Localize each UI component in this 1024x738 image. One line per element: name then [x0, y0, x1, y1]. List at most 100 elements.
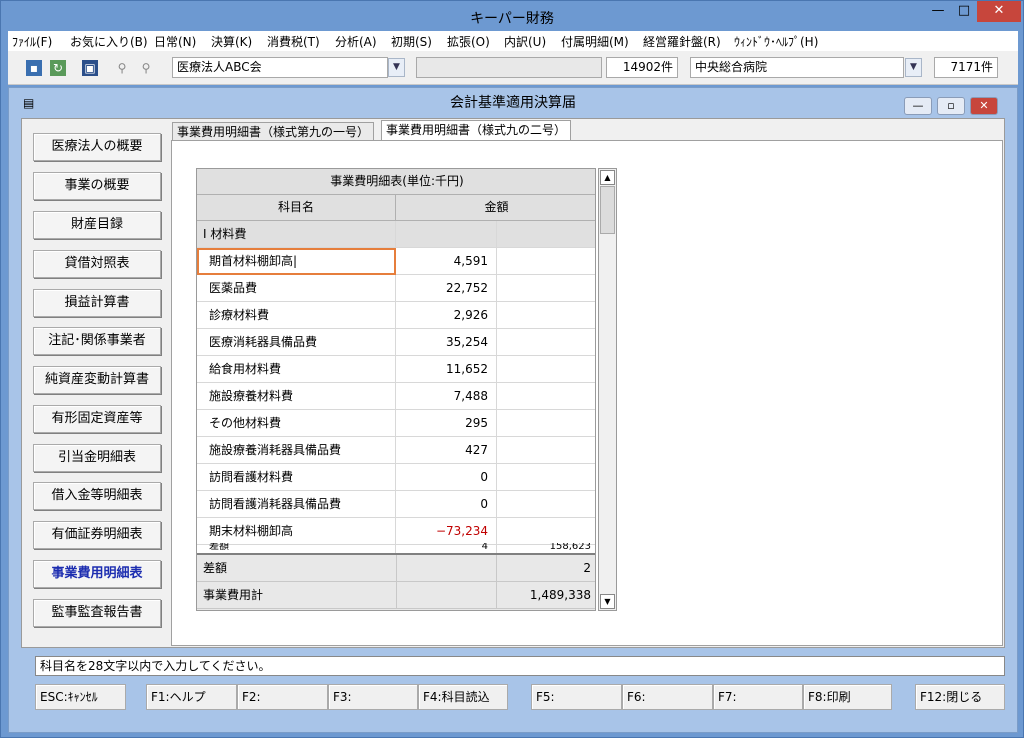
table-row[interactable]: 施設療養材料費 7,488: [197, 383, 595, 410]
expense-grid: 事業費明細表(単位:千円) 科目名 金額 Ⅰ 材料費 期首材料棚卸高| 4,59…: [196, 168, 596, 611]
scroll-thumb[interactable]: [600, 186, 615, 234]
scroll-down-icon[interactable]: ▼: [600, 594, 615, 609]
f1-help-button[interactable]: F1:ヘルプ: [146, 684, 237, 710]
menu-extension[interactable]: 拡張(O): [447, 33, 490, 50]
nav-net-assets[interactable]: 純資産変動計算書: [33, 366, 161, 394]
row-name[interactable]: 医療消耗器具備品費: [197, 329, 396, 356]
table-row[interactable]: 給食用材料費 11,652: [197, 356, 595, 383]
table-row[interactable]: 施設療養消耗器具備品費 427: [197, 437, 595, 464]
maximize-button[interactable]: □: [951, 1, 977, 22]
row-name[interactable]: 診療材料費: [197, 302, 396, 329]
nav-business-expenses[interactable]: 事業費用明細表: [33, 560, 161, 588]
menu-breakdown[interactable]: 内訳(U): [504, 33, 546, 50]
nav-property-list[interactable]: 財産目録: [33, 211, 161, 239]
nav-balance-sheet[interactable]: 貸借対照表: [33, 250, 161, 278]
menu-compass[interactable]: 経営羅針盤(R): [643, 33, 721, 50]
scroll-up-icon[interactable]: ▲: [600, 170, 615, 185]
menu-initial[interactable]: 初期(S): [391, 33, 432, 50]
f3-button[interactable]: F3:: [328, 684, 418, 710]
nav-business-overview[interactable]: 事業の概要: [33, 172, 161, 200]
menu-file[interactable]: ﾌｧｲﾙ(F): [12, 33, 52, 50]
close-button[interactable]: ✕: [977, 1, 1021, 22]
row-amount[interactable]: 0: [396, 464, 497, 491]
refresh-icon[interactable]: ↻: [50, 60, 66, 76]
monitor-icon[interactable]: ▪: [26, 60, 42, 76]
f5-button[interactable]: F5:: [531, 684, 622, 710]
key2-icon[interactable]: ⚲: [138, 60, 154, 76]
toolbar: ▪ ↻ ▣ ⚲ ⚲ 医療法人ABC会 ▼ 14902件 中央総合病院 ▼ 717…: [8, 51, 1018, 85]
row-amount[interactable]: 4,591: [396, 248, 497, 275]
company-select[interactable]: 医療法人ABC会: [172, 57, 388, 78]
section-row: Ⅰ 材料費: [197, 221, 595, 248]
row-name[interactable]: 施設療養材料費: [197, 383, 396, 410]
menu-daily[interactable]: 日常(N): [154, 33, 196, 50]
grid-scrollbar[interactable]: ▲ ▼: [598, 168, 617, 611]
menu-schedules[interactable]: 付属明細(M): [561, 33, 629, 50]
esc-cancel-button[interactable]: ESC:ｷｬﾝｾﾙ: [35, 684, 126, 710]
table-row[interactable]: その他材料費 295: [197, 410, 595, 437]
table-row[interactable]: 訪問看護消耗器具備品費 0: [197, 491, 595, 518]
row-amount[interactable]: −73,234: [396, 518, 497, 545]
row-name[interactable]: 期末材料棚卸高: [197, 518, 396, 545]
f7-button[interactable]: F7:: [713, 684, 803, 710]
child-minimize-button[interactable]: —: [904, 97, 932, 115]
footer-value: 2: [583, 561, 591, 575]
f12-close-button[interactable]: F12:閉じる: [915, 684, 1005, 710]
chevron-down-icon[interactable]: ▼: [905, 58, 922, 77]
nav-allowances[interactable]: 引当金明細表: [33, 444, 161, 472]
row-name[interactable]: 給食用材料費: [197, 356, 396, 383]
table-row[interactable]: 医療消耗器具備品費 35,254: [197, 329, 595, 356]
grid-header: 科目名 金額: [197, 195, 595, 221]
grid-footer: 差額 2 事業費用計 1,489,338: [197, 553, 595, 610]
f2-button[interactable]: F2:: [237, 684, 328, 710]
table-row[interactable]: 診療材料費 2,926: [197, 302, 595, 329]
f4-load-accounts-button[interactable]: F4:科目読込: [418, 684, 508, 710]
menu-consumption-tax[interactable]: 消費税(T): [267, 33, 320, 50]
row-amount[interactable]: 0: [396, 491, 497, 518]
nav-audit-report[interactable]: 監事監査報告書: [33, 599, 161, 627]
table-row[interactable]: 期首材料棚卸高| 4,591: [197, 248, 595, 275]
row-amount[interactable]: 2,926: [396, 302, 497, 329]
f8-print-button[interactable]: F8:印刷: [803, 684, 892, 710]
nav-borrowings[interactable]: 借入金等明細表: [33, 482, 161, 510]
row-amount[interactable]: 295: [396, 410, 497, 437]
row-amount[interactable]: 11,652: [396, 356, 497, 383]
nav-income-statement[interactable]: 損益計算書: [33, 289, 161, 317]
table-row[interactable]: 期末材料棚卸高 −73,234: [197, 518, 595, 545]
nav-corporation-overview[interactable]: 医療法人の概要: [33, 133, 161, 161]
row-name[interactable]: 訪問看護消耗器具備品費: [197, 491, 396, 518]
row-amount[interactable]: 35,254: [396, 329, 497, 356]
child-maximize-button[interactable]: ▫: [937, 97, 965, 115]
table-row[interactable]: 医薬品費 22,752: [197, 275, 595, 302]
row-amount[interactable]: 7,488: [396, 383, 497, 410]
table-row[interactable]: 訪問看護材料費 0: [197, 464, 595, 491]
status-message: 科目名を28文字以内で入力してください。: [35, 656, 1005, 676]
menu-analysis[interactable]: 分析(A): [335, 33, 377, 50]
nav-fixed-assets[interactable]: 有形固定資産等: [33, 405, 161, 433]
row-name[interactable]: 訪問看護材料費: [197, 464, 396, 491]
row-name[interactable]: 施設療養消耗器具備品費: [197, 437, 396, 464]
key-icon[interactable]: ⚲: [114, 60, 130, 76]
nav-securities[interactable]: 有価証券明細表: [33, 521, 161, 549]
chevron-down-icon[interactable]: ▼: [388, 58, 405, 77]
menu-favorites[interactable]: お気に入り(B): [70, 33, 148, 50]
minimize-button[interactable]: —: [925, 1, 951, 22]
row-name-input[interactable]: 期首材料棚卸高|: [197, 248, 396, 275]
row-name[interactable]: 医薬品費: [197, 275, 396, 302]
footer-value: 1,489,338: [529, 588, 591, 602]
app-window: キーパー財務 — □ ✕ ﾌｧｲﾙ(F) お気に入り(B) 日常(N) 決算(K…: [0, 0, 1024, 738]
f6-button[interactable]: F6:: [622, 684, 713, 710]
child-window-title: 会計基準適用決算届: [450, 95, 576, 111]
row-name[interactable]: その他材料費: [197, 410, 396, 437]
nav-notes[interactable]: 注記･関係事業者: [33, 327, 161, 355]
screen-icon[interactable]: ▣: [82, 60, 98, 76]
row-amount[interactable]: 22,752: [396, 275, 497, 302]
row-amount[interactable]: 427: [396, 437, 497, 464]
tab-form-9-1[interactable]: 事業費用明細書（様式第九の一号）: [172, 122, 375, 142]
tab-form-9-2[interactable]: 事業費用明細書（様式九の二号）: [381, 120, 572, 142]
child-close-button[interactable]: ✕: [970, 97, 998, 115]
hospital-select[interactable]: 中央総合病院: [690, 57, 904, 78]
menu-window-help[interactable]: ｳｨﾝﾄﾞｳ･ﾍﾙﾌﾟ(H): [734, 33, 818, 50]
menu-settlement[interactable]: 決算(K): [211, 33, 252, 50]
grid-title: 事業費明細表(単位:千円): [197, 169, 595, 195]
